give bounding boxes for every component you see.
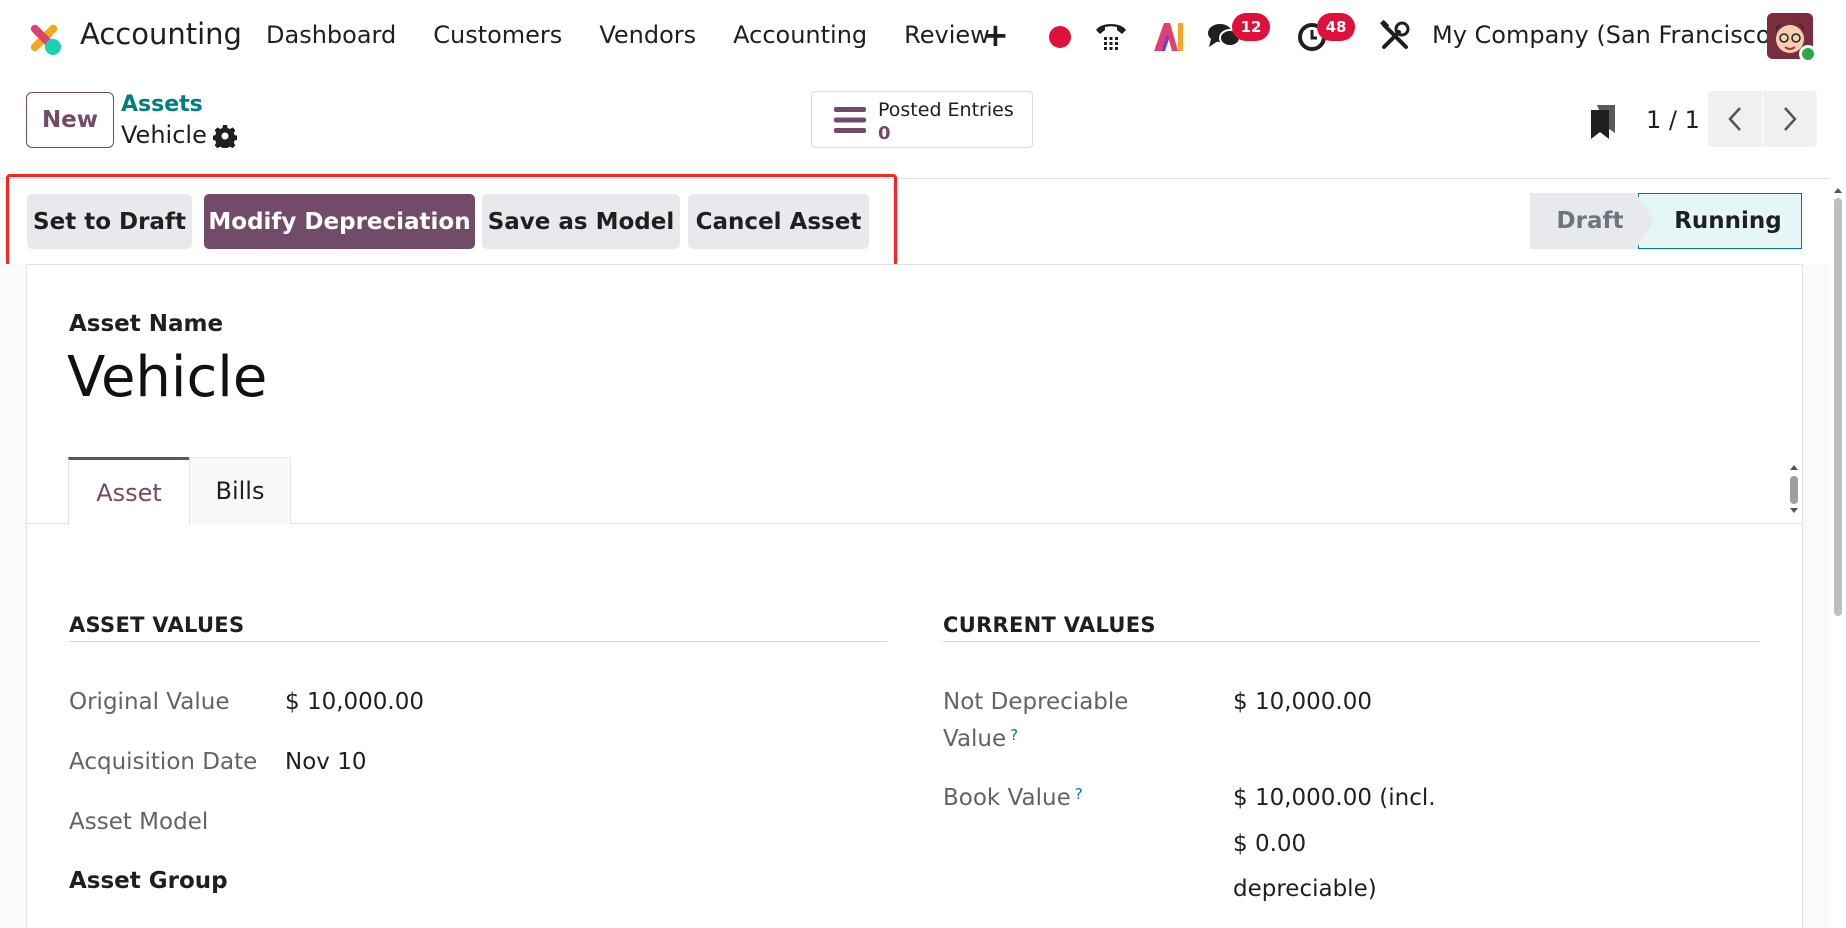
- asset-model-field[interactable]: [285, 805, 845, 839]
- chat-badge: 12: [1232, 13, 1270, 41]
- tab-scrollbar[interactable]: [1787, 462, 1801, 516]
- highlight-annotation: [6, 174, 897, 267]
- asset-values-title: ASSET VALUES: [69, 613, 245, 637]
- activity-badge: 48: [1317, 13, 1355, 41]
- menu-dashboard[interactable]: Dashboard: [266, 21, 396, 49]
- help-icon[interactable]: ?: [1010, 726, 1018, 744]
- record-icon[interactable]: [1049, 26, 1071, 48]
- help-icon[interactable]: ?: [1075, 785, 1083, 803]
- menu-vendors[interactable]: Vendors: [599, 21, 696, 49]
- tab-bills[interactable]: Bills: [189, 457, 291, 524]
- pager-next-button[interactable]: [1763, 91, 1817, 147]
- asset-name-label: Asset Name: [69, 311, 224, 337]
- smart-button-label: Posted Entries: [878, 99, 1014, 121]
- book-value-line3: depreciable): [1233, 876, 1377, 902]
- app-name[interactable]: Accounting: [80, 17, 242, 51]
- tab-asset[interactable]: Asset: [68, 457, 190, 525]
- new-button[interactable]: New: [26, 92, 114, 148]
- tabs-divider: [27, 523, 1802, 524]
- pager-value[interactable]: 1 / 1: [1646, 106, 1700, 134]
- phone-icon[interactable]: [1093, 18, 1129, 54]
- not-depreciable-value: $ 10,000.00: [1233, 689, 1372, 715]
- section-divider: [69, 641, 887, 642]
- plus-icon[interactable]: +: [982, 16, 1009, 54]
- chevron-left-icon: [1728, 107, 1741, 131]
- section-divider: [943, 641, 1760, 642]
- company-switcher[interactable]: My Company (San Francisco): [1432, 21, 1780, 49]
- current-values-title: CURRENT VALUES: [943, 613, 1156, 637]
- bookmark-icon[interactable]: [1591, 105, 1617, 139]
- menu-review[interactable]: Review: [904, 21, 990, 49]
- breadcrumb-assets[interactable]: Assets: [121, 92, 203, 117]
- breadcrumb-current: Vehicle: [121, 121, 207, 149]
- debug-tools-icon[interactable]: [1379, 20, 1411, 52]
- stage-arrow: [1636, 193, 1654, 249]
- stage-draft[interactable]: Draft: [1530, 193, 1650, 249]
- posted-entries-smart-button[interactable]: Posted Entries 0: [811, 91, 1033, 148]
- gear-icon[interactable]: [213, 124, 237, 148]
- top-navbar: Accounting Dashboard Customers Vendors A…: [0, 0, 1846, 74]
- acquisition-date-label: Acquisition Date: [69, 749, 258, 775]
- acquisition-date-field[interactable]: Nov 10: [285, 749, 366, 775]
- ai-icon[interactable]: [1152, 19, 1186, 53]
- accounting-app-icon[interactable]: [24, 18, 64, 58]
- book-value-line2: $ 0.00: [1233, 831, 1307, 857]
- main-menu: Dashboard Customers Vendors Accounting R…: [266, 21, 1027, 49]
- book-value-label-text: Book Value: [943, 785, 1071, 811]
- not-depreciable-label-line2: Value?: [943, 726, 1018, 752]
- stage-running: Running: [1638, 193, 1802, 249]
- asset-name-field[interactable]: Vehicle: [67, 345, 267, 410]
- pager-previous-button[interactable]: [1708, 91, 1762, 147]
- online-status-dot: [1799, 45, 1817, 63]
- smart-button-value: 0: [878, 123, 891, 144]
- asset-group-field[interactable]: [285, 864, 845, 898]
- book-value-label: Book Value?: [943, 785, 1083, 811]
- menu-customers[interactable]: Customers: [433, 21, 562, 49]
- list-icon: [834, 107, 866, 133]
- not-depreciable-label-line1: Not Depreciable: [943, 689, 1129, 715]
- not-depreciable-label-text: Value: [943, 726, 1007, 752]
- page-scrollbar[interactable]: [1830, 178, 1846, 928]
- menu-accounting[interactable]: Accounting: [733, 21, 867, 49]
- original-value-label: Original Value: [69, 689, 230, 715]
- asset-model-label: Asset Model: [69, 809, 209, 835]
- chevron-right-icon: [1784, 107, 1797, 131]
- asset-group-label: Asset Group: [69, 868, 228, 894]
- original-value-field[interactable]: $ 10,000.00: [285, 689, 424, 715]
- book-value-line1: $ 10,000.00 (incl.: [1233, 785, 1436, 811]
